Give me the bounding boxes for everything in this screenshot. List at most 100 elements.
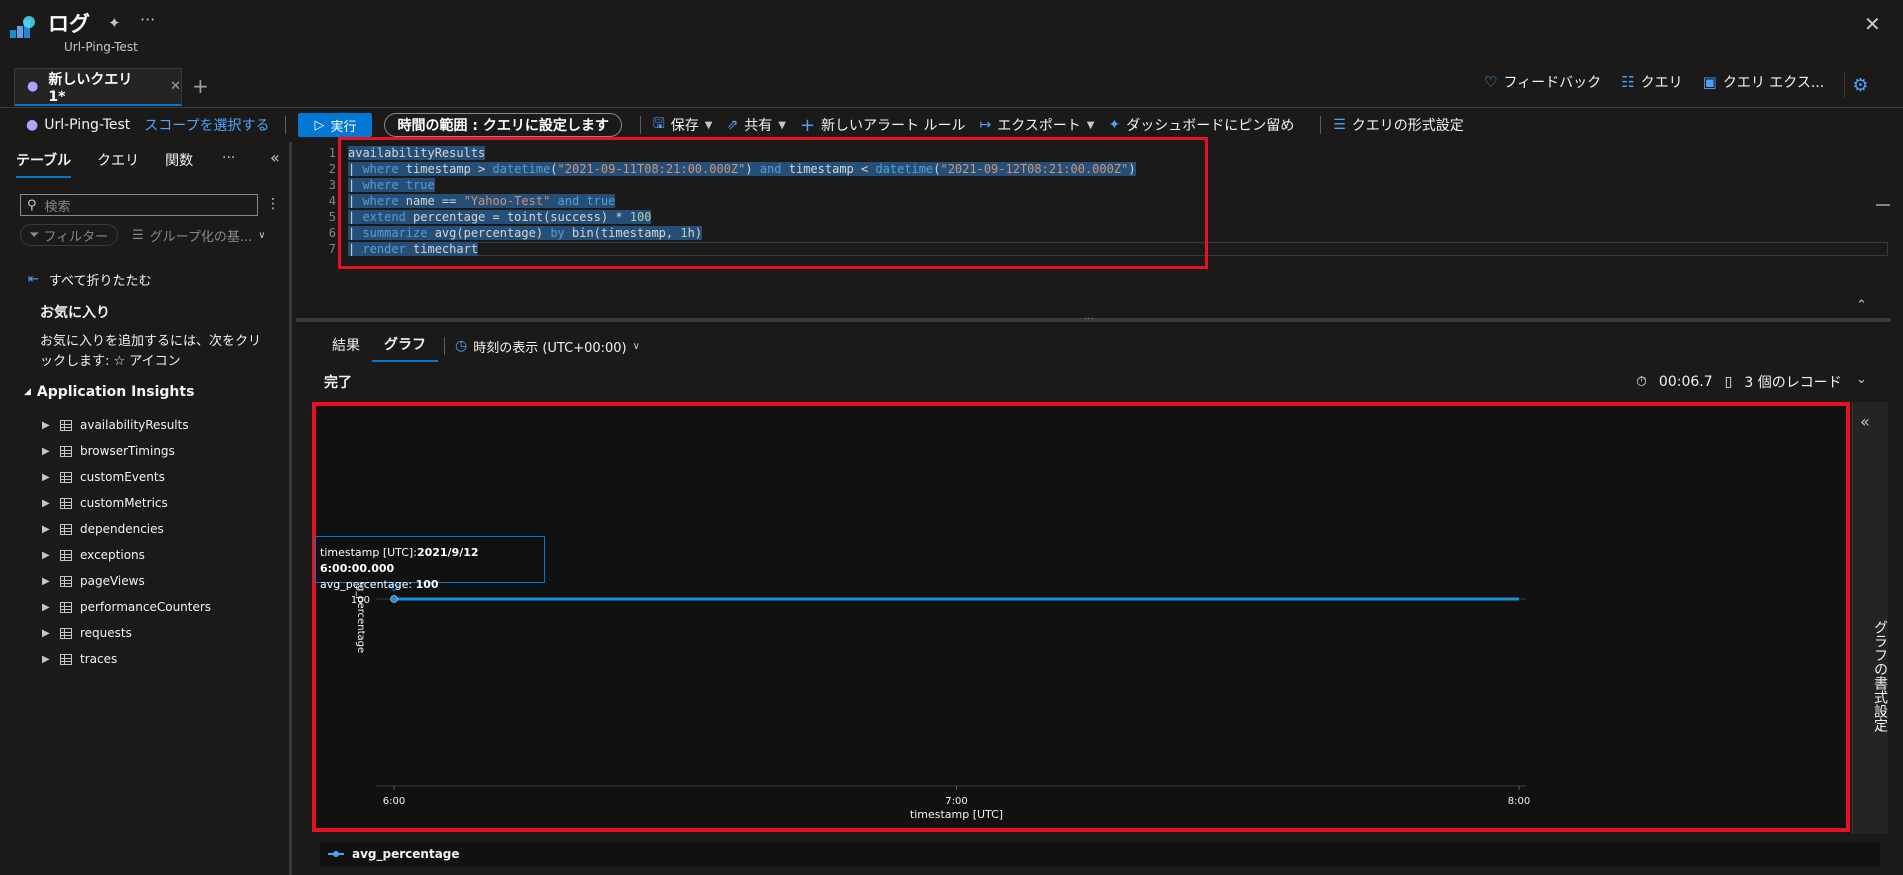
clock-icon: ◷ bbox=[455, 338, 468, 354]
chevron-down-icon: ∨ bbox=[258, 230, 266, 241]
schema-tabs: テーブル クエリ 関数 bbox=[16, 150, 193, 178]
lightbulb-icon: ● bbox=[27, 79, 39, 94]
list-item[interactable]: ▶ availabilityResults bbox=[42, 412, 282, 438]
expand-icon[interactable]: ▶ bbox=[42, 498, 52, 509]
group-by-dropdown[interactable]: ☰ グループ化の基... ∨ bbox=[132, 226, 266, 245]
chevron-down-icon: ∨ bbox=[632, 340, 640, 352]
list-item[interactable]: ▶ exceptions bbox=[42, 542, 282, 568]
export-button[interactable]: ↦ エクスポート ▼ bbox=[979, 115, 1094, 135]
table-name: availabilityResults bbox=[80, 418, 189, 432]
favorites-hint: お気に入りを追加するには、次をクリックします: ☆ アイコン bbox=[40, 334, 262, 369]
tab-functions[interactable]: 関数 bbox=[165, 150, 193, 178]
list-item[interactable]: ▶ performanceCounters bbox=[42, 594, 282, 620]
toolbar-divider bbox=[639, 116, 641, 134]
expand-icon[interactable]: ▶ bbox=[42, 576, 52, 587]
table-name: exceptions bbox=[80, 548, 145, 562]
save-button[interactable]: 🖫 保存 ▼ bbox=[653, 113, 713, 137]
collapse-all-label: すべて折りたたむ bbox=[48, 274, 152, 289]
tooltip-val-value: 100 bbox=[415, 578, 439, 591]
queries-button[interactable]: ☷ クエリ bbox=[1621, 72, 1682, 92]
chevron-down-icon: ▼ bbox=[704, 119, 713, 131]
query-highlight-box bbox=[338, 137, 1208, 269]
app-insights-section[interactable]: ◢ Application Insights bbox=[24, 384, 194, 400]
lightbulb-icon: ● bbox=[26, 117, 39, 133]
query-explorer-button[interactable]: ▣ クエリ エクス... bbox=[1703, 72, 1825, 92]
list-item[interactable]: ▶ browserTimings bbox=[42, 438, 282, 464]
filter-label: フィルター bbox=[43, 229, 109, 245]
pin-dashboard-label: ダッシュボードにピン留め bbox=[1126, 118, 1295, 134]
line-number: 2 bbox=[328, 162, 336, 176]
line-numbers: 1 2 3 4 5 6 7 bbox=[320, 145, 336, 257]
format-query-button[interactable]: ☰ クエリの形式設定 bbox=[1333, 115, 1464, 135]
tab-chart[interactable]: グラフ bbox=[372, 330, 438, 362]
heart-icon: ♡ bbox=[1484, 73, 1498, 91]
pin-icon[interactable]: ✦ bbox=[108, 14, 121, 32]
list-item[interactable]: ▶ customEvents bbox=[42, 464, 282, 490]
table-icon bbox=[60, 497, 72, 509]
time-range-picker[interactable]: 時間の範囲 : クエリに設定します bbox=[384, 113, 622, 137]
close-icon[interactable]: ✕ bbox=[1864, 12, 1881, 36]
collapse-editor-icon[interactable]: ⌃ bbox=[1856, 298, 1867, 313]
queries-label: クエリ bbox=[1640, 75, 1683, 91]
stopwatch-icon: ⏱ bbox=[1636, 374, 1647, 390]
expand-icon[interactable]: ▶ bbox=[42, 602, 52, 613]
chart-format-panel[interactable] bbox=[1852, 402, 1888, 834]
list-item[interactable]: ▶ customMetrics bbox=[42, 490, 282, 516]
more-icon[interactable]: ··· bbox=[222, 150, 235, 166]
more-icon[interactable]: ··· bbox=[140, 10, 155, 29]
expand-icon[interactable]: ▶ bbox=[42, 472, 52, 483]
expand-panel-icon[interactable]: « bbox=[1860, 412, 1870, 431]
run-label: 実行 bbox=[330, 119, 357, 135]
expand-down-icon[interactable]: ⌄ bbox=[1856, 372, 1867, 387]
chart-format-label[interactable]: グラフの書式設定 bbox=[1854, 620, 1890, 732]
tab-tables[interactable]: テーブル bbox=[16, 150, 72, 178]
line-number: 5 bbox=[328, 210, 336, 224]
pin-dashboard-button[interactable]: ✦ ダッシュボードにピン留め bbox=[1109, 115, 1295, 135]
expand-icon[interactable]: ▶ bbox=[42, 446, 52, 457]
group-by-label: グループ化の基... bbox=[149, 230, 253, 245]
search-icon: ⚲ bbox=[27, 197, 37, 213]
search-input[interactable]: ⚲ 検索 bbox=[20, 194, 258, 216]
timezone-dropdown[interactable]: ◷ 時刻の表示 (UTC+00:00) ∨ bbox=[455, 337, 640, 356]
gear-icon[interactable]: ⚙ bbox=[1844, 72, 1870, 98]
top-actions: ♡ フィードバック ☷ クエリ ▣ クエリ エクス... bbox=[1484, 72, 1824, 92]
search-placeholder: 検索 bbox=[44, 199, 71, 215]
chart-legend[interactable]: avg_percentage bbox=[320, 842, 1880, 866]
run-button[interactable]: ▷ 実行 bbox=[298, 113, 373, 137]
vertical-more-icon[interactable]: ⋮ bbox=[266, 196, 280, 212]
select-scope-link[interactable]: スコープを選択する bbox=[144, 115, 269, 135]
splitter-grip-icon[interactable]: ··· bbox=[1084, 314, 1094, 325]
query-status: 完了 bbox=[324, 375, 352, 391]
list-item[interactable]: ▶ requests bbox=[42, 620, 282, 646]
expand-icon[interactable]: ▶ bbox=[42, 550, 52, 561]
add-tab-button[interactable]: + bbox=[192, 74, 209, 98]
new-alert-rule-button[interactable]: + 新しいアラート ルール bbox=[800, 115, 966, 136]
share-button[interactable]: ⇗ 共有 ▼ bbox=[726, 115, 785, 135]
collapse-all-button[interactable]: ⇤ すべて折りたたむ bbox=[28, 270, 151, 289]
line-number: 6 bbox=[328, 226, 336, 240]
feedback-button[interactable]: ♡ フィードバック bbox=[1484, 72, 1601, 92]
expand-icon[interactable]: ▶ bbox=[42, 628, 52, 639]
export-label: エクスポート bbox=[997, 118, 1081, 134]
tab-new-query[interactable]: ● 新しいクエリ 1* ✕ bbox=[14, 68, 182, 106]
table-name: dependencies bbox=[80, 522, 164, 536]
tab-close-icon[interactable]: ✕ bbox=[170, 79, 181, 94]
tab-results[interactable]: 結果 bbox=[320, 331, 372, 361]
filter-button[interactable]: ⏷ フィルター bbox=[20, 224, 118, 246]
list-item[interactable]: ▶ traces bbox=[42, 646, 282, 672]
expand-icon[interactable]: ▶ bbox=[42, 524, 52, 535]
table-name: browserTimings bbox=[80, 444, 175, 458]
expand-icon[interactable]: ▶ bbox=[42, 654, 52, 665]
list-item[interactable]: ▶ pageViews bbox=[42, 568, 282, 594]
filter-icon: ⏷ bbox=[29, 227, 40, 243]
collapse-panel-icon[interactable]: « bbox=[270, 148, 280, 167]
minimap-marker bbox=[1876, 204, 1890, 206]
resource-selector[interactable]: ● Url-Ping-Test bbox=[26, 117, 130, 133]
list-item[interactable]: ▶ dependencies bbox=[42, 516, 282, 542]
tab-queries[interactable]: クエリ bbox=[97, 150, 139, 178]
expand-icon[interactable]: ▶ bbox=[42, 420, 52, 431]
table-name: traces bbox=[80, 652, 118, 666]
table-icon bbox=[60, 445, 72, 457]
share-label: 共有 bbox=[744, 118, 773, 134]
table-name: requests bbox=[80, 626, 132, 640]
